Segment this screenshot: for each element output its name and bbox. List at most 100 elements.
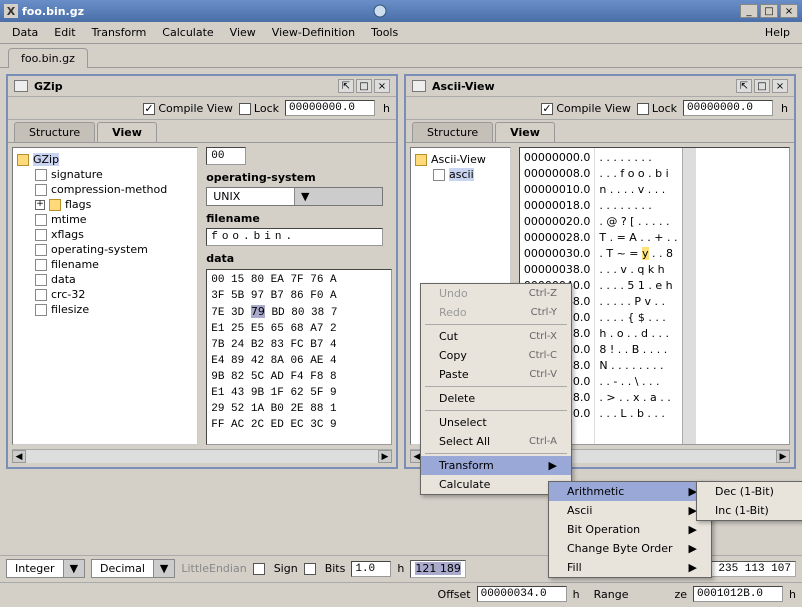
- chevron-down-icon: ▼: [63, 560, 84, 577]
- compile-view-checkbox[interactable]: Compile View: [143, 102, 233, 115]
- menu-view-definition[interactable]: View-Definition: [264, 24, 363, 41]
- sub-dec[interactable]: Dec (1-Bit): [697, 482, 802, 501]
- type-combo[interactable]: Integer▼: [6, 559, 85, 578]
- menu-transform[interactable]: Transform: [84, 24, 155, 41]
- pane-detach-icon[interactable]: ⇱: [338, 79, 354, 93]
- size-label: ze: [674, 588, 687, 601]
- minimize-button[interactable]: _: [740, 4, 758, 18]
- sub-bitop[interactable]: Bit Operation▶: [549, 520, 711, 539]
- offset-input[interactable]: [477, 586, 567, 602]
- sub-ascii[interactable]: Ascii▶: [549, 501, 711, 520]
- endian-label: LittleEndian: [181, 562, 246, 575]
- size-input[interactable]: [693, 586, 783, 602]
- file-icon: [35, 244, 47, 256]
- scroll-right-icon[interactable]: ▶: [776, 450, 790, 463]
- tree-item[interactable]: mtime: [17, 212, 193, 227]
- tree-item[interactable]: signature: [17, 167, 193, 182]
- ctx-delete[interactable]: Delete: [421, 389, 571, 408]
- bits-unit: h: [397, 562, 404, 575]
- pane-close-icon[interactable]: ×: [772, 79, 788, 93]
- lock-offset-input[interactable]: [285, 100, 375, 116]
- hex-view[interactable]: 00 15 80 EA 7F 76 A 3F 5B 97 B7 86 F0 A …: [206, 269, 392, 445]
- pane-detach-icon[interactable]: ⇱: [736, 79, 752, 93]
- file-icon: [35, 229, 47, 241]
- tree-item[interactable]: data: [17, 272, 193, 287]
- tree-root-gzip[interactable]: GZip: [17, 152, 193, 167]
- compile-view-checkbox[interactable]: Compile View: [541, 102, 631, 115]
- ctx-copy[interactable]: CopyCtrl-C: [421, 346, 571, 365]
- tree-item[interactable]: xflags: [17, 227, 193, 242]
- folder-icon: [49, 199, 61, 211]
- file-icon: [35, 304, 47, 316]
- menu-help[interactable]: Help: [757, 24, 798, 41]
- submenu-arithmetic[interactable]: Dec (1-Bit) Inc (1-Bit): [696, 481, 802, 521]
- sign-label: Sign: [274, 562, 298, 575]
- sub-byteorder[interactable]: Change Byte Order▶: [549, 539, 711, 558]
- main-split: GZip ⇱ □ × Compile View Lock h Structure…: [0, 68, 802, 475]
- tree-item[interactable]: filename: [17, 257, 193, 272]
- pane-close-icon[interactable]: ×: [374, 79, 390, 93]
- menu-edit[interactable]: Edit: [46, 24, 83, 41]
- tree-item[interactable]: operating-system: [17, 242, 193, 257]
- tree-item[interactable]: crc-32: [17, 287, 193, 302]
- file-icon: [35, 184, 47, 196]
- ctx-transform[interactable]: Transform▶: [421, 456, 571, 475]
- byte-preview: 121 189: [410, 560, 466, 578]
- scroll-right-icon[interactable]: ▶: [378, 450, 392, 463]
- bits-input[interactable]: [351, 561, 391, 577]
- context-menu[interactable]: UndoCtrl-Z RedoCtrl-Y CutCtrl-X CopyCtrl…: [420, 283, 572, 495]
- ctx-selectall[interactable]: Select AllCtrl-A: [421, 432, 571, 451]
- top-byte-input[interactable]: [206, 147, 246, 165]
- tab-structure[interactable]: Structure: [14, 122, 95, 142]
- tree-item[interactable]: filesize: [17, 302, 193, 317]
- file-tab[interactable]: foo.bin.gz: [8, 48, 88, 68]
- file-icon: [35, 169, 47, 181]
- window-icon: [412, 80, 426, 92]
- tab-view[interactable]: View: [97, 122, 157, 142]
- tree-item-flags[interactable]: +flags: [17, 197, 193, 212]
- lock-offset-input[interactable]: [683, 100, 773, 116]
- base-combo[interactable]: Decimal▼: [91, 559, 175, 578]
- hscrollbar[interactable]: ◀▶: [12, 449, 392, 463]
- file-icon: [35, 289, 47, 301]
- menu-tools[interactable]: Tools: [363, 24, 406, 41]
- close-button[interactable]: ×: [780, 4, 798, 18]
- sub-inc[interactable]: Inc (1-Bit): [697, 501, 802, 520]
- size-unit: h: [789, 588, 796, 601]
- tree-item-ascii[interactable]: ascii: [415, 167, 506, 182]
- gzip-detail: operating-system UNIX ▼ filename data 00…: [206, 147, 392, 445]
- sub-arithmetic[interactable]: Arithmetic▶: [549, 482, 711, 501]
- ctx-cut[interactable]: CutCtrl-X: [421, 327, 571, 346]
- scroll-left-icon[interactable]: ◀: [12, 450, 26, 463]
- compile-view-label: Compile View: [556, 102, 631, 115]
- os-value: UNIX: [207, 188, 294, 205]
- expand-icon[interactable]: +: [35, 200, 45, 210]
- gzip-tree[interactable]: GZip signature compression-method +flags…: [12, 147, 198, 445]
- menu-view[interactable]: View: [222, 24, 264, 41]
- tab-structure[interactable]: Structure: [412, 122, 493, 142]
- ctx-unselect[interactable]: Unselect: [421, 413, 571, 432]
- lock-checkbox[interactable]: Lock: [239, 102, 279, 115]
- window-icon: [14, 80, 28, 92]
- pane-maximize-icon[interactable]: □: [356, 79, 372, 93]
- tab-view[interactable]: View: [495, 122, 555, 142]
- submenu-arrow-icon: ▶: [689, 561, 697, 574]
- menu-data[interactable]: Data: [4, 24, 46, 41]
- ascii-chars: . . . . . . . . . . . f o o . b i n . . …: [595, 148, 681, 444]
- endian-checkbox[interactable]: [253, 562, 268, 575]
- tree-root-ascii[interactable]: Ascii-View: [415, 152, 506, 167]
- tree-item[interactable]: compression-method: [17, 182, 193, 197]
- sign-checkbox[interactable]: [304, 562, 319, 575]
- maximize-button[interactable]: □: [760, 4, 778, 18]
- os-select[interactable]: UNIX ▼: [206, 187, 382, 206]
- submenu-transform[interactable]: Arithmetic▶ Ascii▶ Bit Operation▶ Change…: [548, 481, 712, 578]
- filename-input[interactable]: [206, 228, 382, 246]
- range-label: Range: [594, 588, 629, 601]
- offset-unit: h: [573, 588, 580, 601]
- menu-calculate[interactable]: Calculate: [154, 24, 221, 41]
- ctx-paste[interactable]: PasteCtrl-V: [421, 365, 571, 384]
- sub-fill[interactable]: Fill▶: [549, 558, 711, 577]
- lock-checkbox[interactable]: Lock: [637, 102, 677, 115]
- pane-maximize-icon[interactable]: □: [754, 79, 770, 93]
- vscrollbar[interactable]: [682, 148, 696, 444]
